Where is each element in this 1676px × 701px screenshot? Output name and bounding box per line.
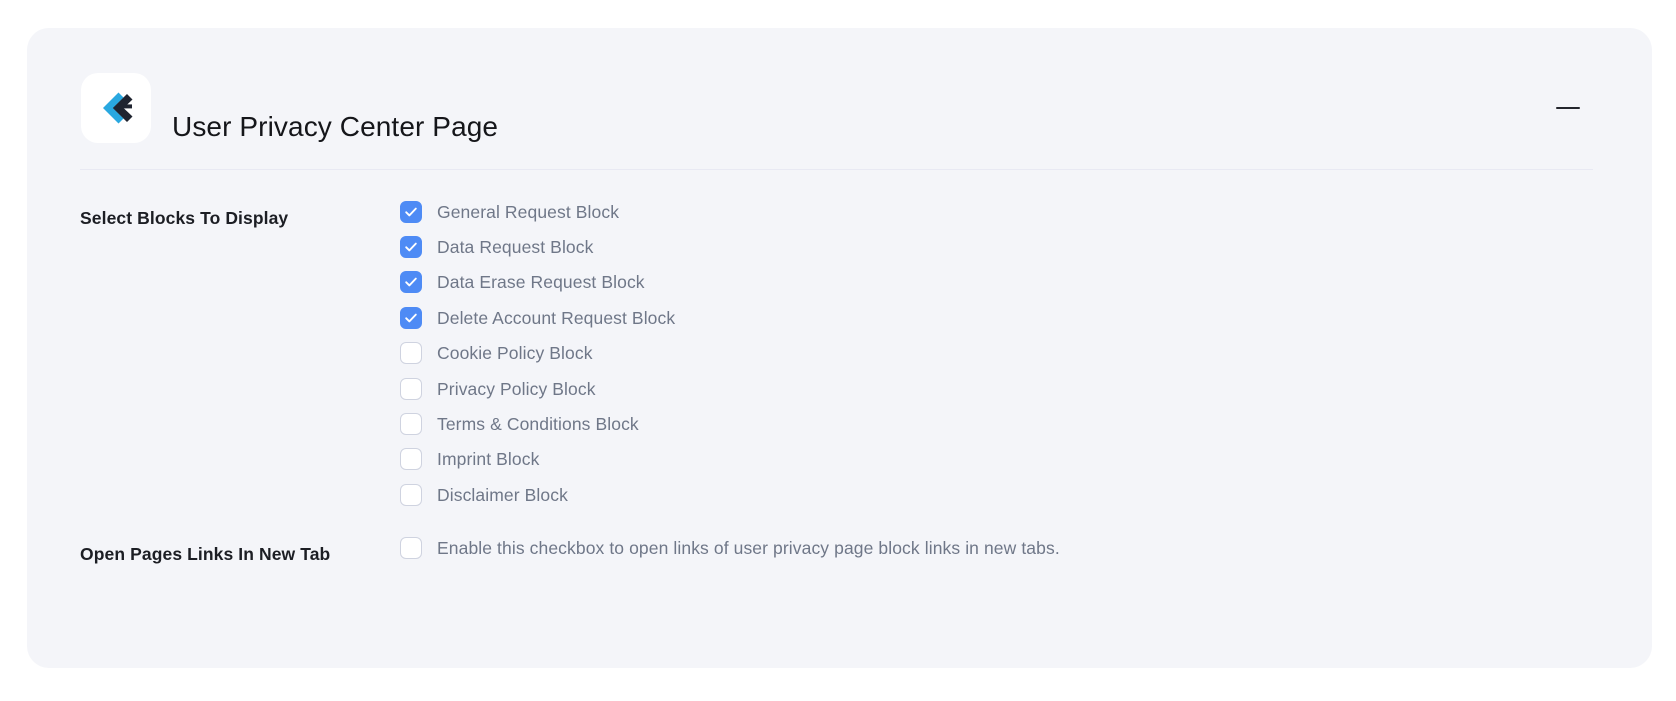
checkbox-label: Data Request Block bbox=[437, 237, 594, 258]
new-tab-checkbox-list: Enable this checkbox to open links of us… bbox=[400, 530, 1652, 565]
checkbox-checked-icon[interactable] bbox=[400, 306, 422, 329]
page-root: User Privacy Center Page Select Blocks T… bbox=[0, 0, 1676, 701]
page-title: User Privacy Center Page bbox=[172, 110, 499, 142]
card-header: User Privacy Center Page bbox=[27, 28, 1652, 170]
checkbox-item[interactable]: Terms & Conditions Block bbox=[400, 406, 1652, 441]
checkbox-item[interactable]: Disclaimer Block bbox=[400, 477, 1652, 512]
minus-icon bbox=[1556, 106, 1580, 110]
checkbox-label: Disclaimer Block bbox=[437, 484, 568, 505]
checkbox-item[interactable]: Data Erase Request Block bbox=[400, 265, 1652, 300]
checkbox-checked-icon[interactable] bbox=[400, 236, 422, 259]
checkbox-label: Terms & Conditions Block bbox=[437, 414, 639, 435]
checkbox-label: Delete Account Request Block bbox=[437, 307, 676, 328]
blocks-checkbox-list: General Request Block Data Request Block D… bbox=[400, 194, 1652, 513]
open-links-new-tab-label: Open Pages Links In New Tab bbox=[80, 544, 331, 564]
checkbox-item[interactable]: Imprint Block bbox=[400, 442, 1652, 477]
checkbox-item[interactable]: Cookie Policy Block bbox=[400, 336, 1652, 371]
select-blocks-label: Select Blocks To Display bbox=[80, 208, 289, 228]
open-links-new-tab-row: Open Pages Links In New Tab Enable this … bbox=[27, 530, 1652, 567]
chevron-e-logo-icon bbox=[81, 73, 151, 143]
checkbox-unchecked-icon[interactable] bbox=[400, 377, 422, 400]
checkbox-checked-icon[interactable] bbox=[400, 200, 422, 223]
checkbox-item[interactable]: Delete Account Request Block bbox=[400, 300, 1652, 335]
checkbox-label: Privacy Policy Block bbox=[437, 378, 596, 399]
open-links-new-tab-control: Enable this checkbox to open links of us… bbox=[400, 530, 1652, 567]
select-blocks-control: General Request Block Data Request Block D… bbox=[400, 194, 1652, 513]
checkbox-unchecked-icon[interactable] bbox=[400, 483, 422, 506]
checkbox-label: Data Erase Request Block bbox=[437, 272, 645, 293]
checkbox-unchecked-icon[interactable] bbox=[400, 536, 422, 559]
checkbox-unchecked-icon[interactable] bbox=[400, 342, 422, 365]
select-blocks-row: Select Blocks To Display General Request… bbox=[27, 194, 1652, 513]
checkbox-checked-icon[interactable] bbox=[400, 271, 422, 294]
checkbox-item[interactable]: Enable this checkbox to open links of us… bbox=[400, 530, 1652, 565]
checkbox-unchecked-icon[interactable] bbox=[400, 413, 422, 436]
checkbox-label: Imprint Block bbox=[437, 449, 540, 470]
checkbox-unchecked-icon[interactable] bbox=[400, 448, 422, 471]
user-privacy-center-page-card: User Privacy Center Page Select Blocks T… bbox=[27, 28, 1652, 668]
checkbox-item[interactable]: General Request Block bbox=[400, 194, 1652, 229]
checkbox-label: General Request Block bbox=[437, 201, 620, 222]
checkbox-label: Enable this checkbox to open links of us… bbox=[437, 537, 1060, 558]
collapse-section-button[interactable] bbox=[1546, 86, 1590, 130]
checkbox-label: Cookie Policy Block bbox=[437, 343, 593, 364]
header-divider bbox=[80, 169, 1593, 170]
checkbox-item[interactable]: Data Request Block bbox=[400, 229, 1652, 264]
checkbox-item[interactable]: Privacy Policy Block bbox=[400, 371, 1652, 406]
